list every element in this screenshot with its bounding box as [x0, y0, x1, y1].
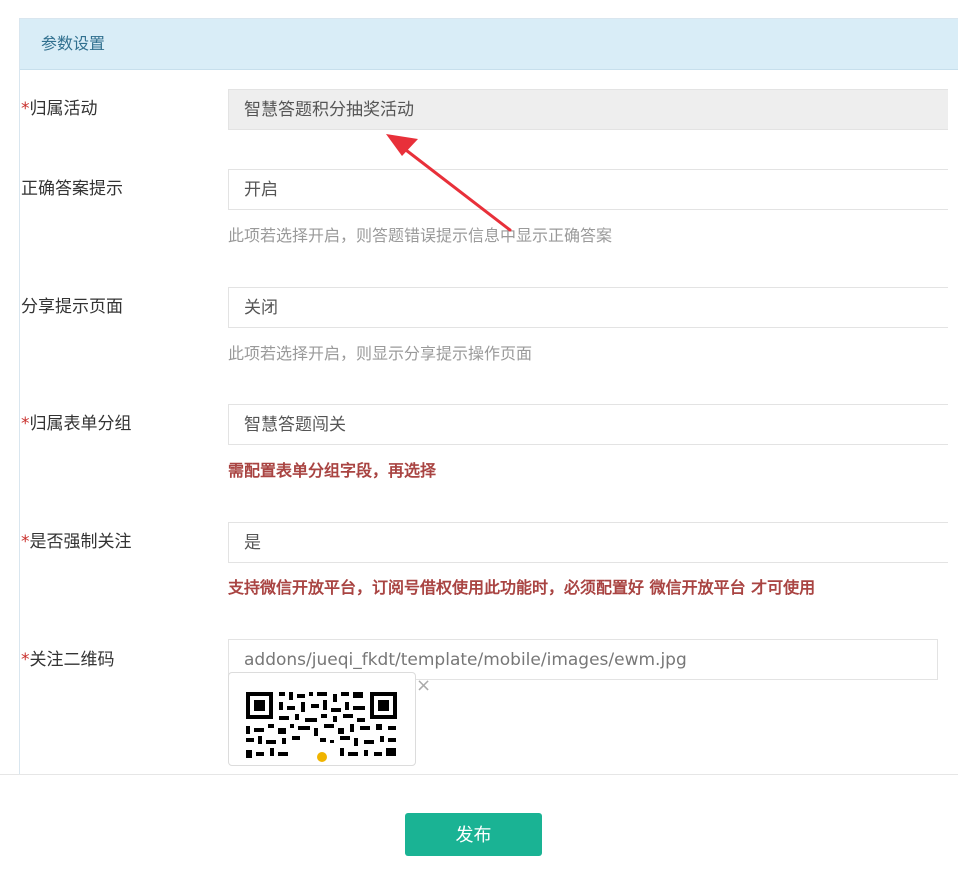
share-page-label: 分享提示页面 — [21, 297, 123, 317]
force-follow-warning: 支持微信开放平台，订阅号借权使用此功能时，必须配置好 微信开放平台 才可使用 — [228, 578, 816, 597]
remove-qrcode-icon[interactable]: × — [416, 675, 431, 696]
show-answer-select[interactable]: 开启 — [228, 169, 948, 210]
publish-button[interactable]: 发布 — [405, 813, 542, 856]
form-group-label: *归属表单分组 — [21, 414, 132, 434]
form-group-warning: 需配置表单分组字段，再选择 — [228, 461, 437, 480]
qrcode-image — [246, 692, 397, 765]
activity-label: *归属活动 — [21, 99, 98, 119]
show-answer-label: 正确答案提示 — [21, 179, 123, 199]
qrcode-preview — [228, 672, 416, 766]
required-mark: * — [21, 414, 30, 434]
share-page-help: 此项若选择开启，则显示分享提示操作页面 — [228, 344, 533, 363]
qrcode-label: *关注二维码 — [21, 650, 115, 670]
force-follow-select[interactable]: 是 — [228, 522, 948, 563]
activity-field[interactable]: 智慧答题积分抽奖活动 — [228, 89, 948, 130]
form-group-select[interactable]: 智慧答题闯关 — [228, 404, 948, 445]
required-mark: * — [21, 532, 30, 552]
show-answer-help: 此项若选择开启，则答题错误提示信息中显示正确答案 — [228, 226, 613, 245]
force-follow-label: *是否强制关注 — [21, 532, 132, 552]
panel-heading: 参数设置 — [20, 19, 958, 70]
share-page-select[interactable]: 关闭 — [228, 287, 948, 328]
required-mark: * — [21, 650, 30, 670]
required-mark: * — [21, 99, 30, 119]
